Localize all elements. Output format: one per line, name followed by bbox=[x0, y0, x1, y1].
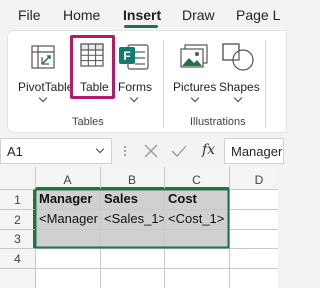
cell-a1[interactable]: Manager bbox=[36, 189, 100, 208]
chevron-down-icon[interactable] bbox=[95, 144, 105, 154]
enter-check-icon[interactable] bbox=[170, 143, 188, 159]
chevron-down-icon bbox=[38, 93, 48, 103]
group-label-illustrations: Illustrations bbox=[190, 116, 246, 128]
row-header-4[interactable]: 4 bbox=[0, 252, 35, 266]
row-header-1[interactable]: 1 bbox=[0, 193, 35, 207]
forms-label: Forms bbox=[118, 80, 152, 94]
dots-icon[interactable] bbox=[118, 144, 132, 158]
formula-input[interactable]: Manager bbox=[224, 138, 284, 164]
column-header-c[interactable]: C bbox=[164, 172, 229, 189]
menu-tab-bar: File Home Insert Draw Page L bbox=[0, 0, 280, 30]
row-header-2[interactable]: 2 bbox=[0, 213, 35, 227]
tab-file[interactable]: File bbox=[18, 7, 41, 23]
forms-icon: F bbox=[119, 44, 149, 70]
tab-page-layout[interactable]: Page L bbox=[236, 7, 280, 23]
column-header-b[interactable]: B bbox=[100, 172, 164, 189]
tab-insert[interactable]: Insert bbox=[123, 7, 161, 23]
forms-button[interactable]: F Forms bbox=[118, 40, 152, 108]
formula-bar: A1 fx Manager bbox=[0, 138, 284, 166]
table-button-highlight bbox=[70, 35, 115, 99]
pictures-label: Pictures bbox=[173, 80, 217, 94]
shapes-button[interactable]: Shapes bbox=[218, 40, 260, 108]
shapes-label: Shapes bbox=[219, 80, 260, 94]
cell-b2[interactable]: <Sales_1> bbox=[101, 209, 164, 228]
cell-c1[interactable]: Cost bbox=[165, 189, 229, 208]
pictures-button[interactable]: Pictures bbox=[172, 40, 218, 108]
shapes-icon bbox=[222, 43, 254, 71]
chevron-down-icon bbox=[190, 93, 200, 103]
group-label-tables: Tables bbox=[72, 116, 104, 128]
tab-home[interactable]: Home bbox=[63, 7, 100, 23]
active-tab-indicator bbox=[124, 25, 158, 28]
chevron-down-icon bbox=[233, 93, 243, 103]
row-header-3[interactable]: 3 bbox=[0, 232, 35, 246]
name-box[interactable]: A1 bbox=[0, 138, 112, 164]
chevron-down-icon bbox=[129, 93, 139, 103]
pivottable-label: PivotTable bbox=[18, 80, 74, 94]
tab-draw[interactable]: Draw bbox=[182, 7, 215, 23]
cancel-icon[interactable] bbox=[143, 143, 159, 159]
ribbon-separator bbox=[163, 40, 164, 128]
ribbon-separator bbox=[265, 40, 266, 128]
svg-text:F: F bbox=[123, 49, 130, 63]
insert-function-button[interactable]: fx bbox=[202, 142, 215, 158]
pivottable-icon bbox=[31, 45, 55, 69]
cell-c2[interactable]: <Cost_1> bbox=[165, 209, 229, 228]
column-header-d[interactable]: D bbox=[229, 172, 289, 189]
column-header-a[interactable]: A bbox=[35, 172, 100, 189]
name-box-value: A1 bbox=[7, 144, 23, 159]
cell-b1[interactable]: Sales bbox=[101, 189, 164, 208]
cell-a2[interactable]: <Manager bbox=[36, 209, 100, 228]
pictures-icon bbox=[180, 44, 208, 68]
pivottable-button[interactable]: PivotTable bbox=[16, 40, 73, 108]
formula-value: Manager bbox=[231, 144, 283, 159]
